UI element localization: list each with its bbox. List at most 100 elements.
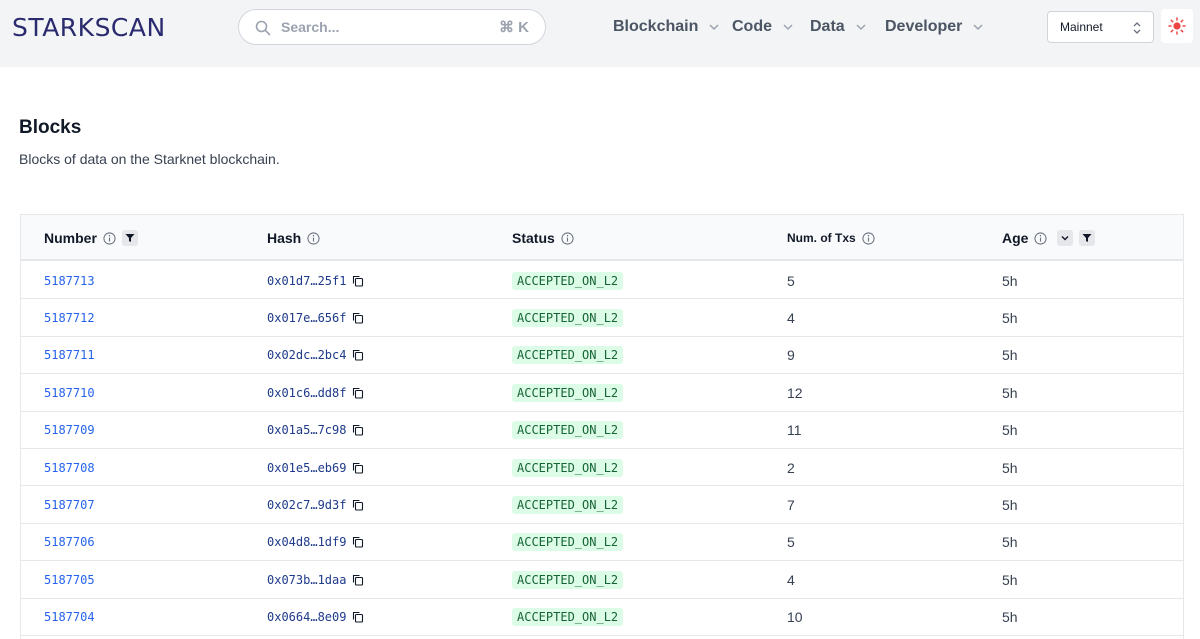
nav-code-label: Code bbox=[732, 18, 772, 35]
block-number-cell: 5187707 bbox=[44, 486, 95, 523]
info-icon[interactable] bbox=[862, 231, 875, 245]
theme-toggle-button[interactable] bbox=[1161, 9, 1193, 43]
network-select[interactable]: Mainnet bbox=[1047, 11, 1154, 43]
table-row: 5187709 0x01a5…7c98 ACCEPTED_ON_L2 11 5h bbox=[21, 412, 1183, 449]
block-number-cell: 5187705 bbox=[44, 561, 95, 598]
age-cell: 5h bbox=[1002, 449, 1018, 486]
txs-count: 7 bbox=[787, 496, 795, 513]
block-hash-link[interactable]: 0x04d8…1df9 bbox=[267, 535, 346, 549]
block-age: 5h bbox=[1002, 534, 1018, 551]
block-number-link[interactable]: 5187707 bbox=[44, 498, 95, 512]
nav-blockchain[interactable]: Blockchain bbox=[613, 16, 720, 38]
block-number-link[interactable]: 5187712 bbox=[44, 311, 95, 325]
status-badge: ACCEPTED_ON_L2 bbox=[512, 308, 624, 327]
network-select-value: Mainnet bbox=[1060, 20, 1103, 34]
block-number-link[interactable]: 5187713 bbox=[44, 274, 95, 288]
table-row: 5187705 0x073b…1daa ACCEPTED_ON_L2 4 5h bbox=[21, 561, 1183, 599]
status-badge: ACCEPTED_ON_L2 bbox=[512, 421, 624, 440]
status-cell: ACCEPTED_ON_L2 bbox=[512, 262, 624, 299]
copy-icon[interactable] bbox=[352, 349, 364, 361]
block-number-link[interactable]: 5187705 bbox=[44, 573, 95, 587]
sort-button[interactable] bbox=[1057, 230, 1074, 246]
starkscan-logo[interactable]: STARKSCAN bbox=[12, 13, 166, 42]
age-cell: 5h bbox=[1002, 262, 1018, 299]
nav-code[interactable]: Code bbox=[732, 16, 794, 38]
txs-cell: 5 bbox=[787, 262, 795, 299]
block-hash-link[interactable]: 0x01e5…eb69 bbox=[267, 461, 346, 475]
copy-icon[interactable] bbox=[352, 387, 364, 399]
txs-count: 4 bbox=[787, 571, 795, 588]
filter-button[interactable] bbox=[121, 230, 138, 246]
age-cell: 5h bbox=[1002, 374, 1018, 411]
block-number-link[interactable]: 5187709 bbox=[44, 423, 95, 437]
age-cell: 5h bbox=[1002, 599, 1018, 636]
chevron-down-icon bbox=[709, 24, 719, 31]
age-cell: 5h bbox=[1002, 524, 1018, 561]
age-cell: 5h bbox=[1002, 486, 1018, 523]
info-icon[interactable] bbox=[561, 231, 574, 245]
block-hash-link[interactable]: 0x073b…1daa bbox=[267, 573, 346, 587]
column-header-hash: Hash bbox=[267, 215, 320, 261]
filter-button[interactable] bbox=[1079, 230, 1096, 246]
txs-count: 12 bbox=[787, 384, 803, 401]
info-icon[interactable] bbox=[307, 231, 320, 245]
copy-icon[interactable] bbox=[352, 424, 364, 436]
txs-cell: 2 bbox=[787, 449, 795, 486]
copy-icon[interactable] bbox=[352, 499, 364, 511]
txs-count: 10 bbox=[787, 609, 803, 626]
txs-cell: 9 bbox=[787, 337, 795, 374]
nav-data[interactable]: Data bbox=[810, 16, 867, 38]
block-hash-link[interactable]: 0x01d7…25f1 bbox=[267, 274, 346, 288]
block-number-link[interactable]: 5187706 bbox=[44, 535, 95, 549]
age-cell: 5h bbox=[1002, 337, 1018, 374]
block-hash-link[interactable]: 0x01a5…7c98 bbox=[267, 423, 346, 437]
status-cell: ACCEPTED_ON_L2 bbox=[512, 599, 624, 636]
block-hash-link[interactable]: 0x0664…8e09 bbox=[267, 610, 346, 624]
status-badge: ACCEPTED_ON_L2 bbox=[512, 608, 624, 627]
block-number-link[interactable]: 5187708 bbox=[44, 461, 95, 475]
txs-count: 5 bbox=[787, 534, 795, 551]
nav-developer[interactable]: Developer bbox=[885, 16, 984, 38]
block-hash-link[interactable]: 0x02dc…2bc4 bbox=[267, 348, 346, 362]
txs-cell: 4 bbox=[787, 561, 795, 598]
copy-icon[interactable] bbox=[352, 275, 364, 287]
status-cell: ACCEPTED_ON_L2 bbox=[512, 561, 624, 598]
copy-icon[interactable] bbox=[352, 312, 364, 324]
column-header-age-label: Age bbox=[1002, 230, 1029, 246]
info-icon[interactable] bbox=[1034, 231, 1048, 245]
block-hash-link[interactable]: 0x017e…656f bbox=[267, 311, 346, 325]
block-hash-link[interactable]: 0x02c7…9d3f bbox=[267, 498, 346, 512]
info-icon[interactable] bbox=[103, 231, 116, 245]
search-input[interactable]: Search... ⌘ K bbox=[238, 9, 546, 45]
block-hash-cell: 0x073b…1daa bbox=[267, 561, 364, 598]
block-number-link[interactable]: 5187711 bbox=[44, 348, 95, 362]
block-hash-link[interactable]: 0x01c6…dd8f bbox=[267, 386, 346, 400]
top-header: STARKSCAN Search... ⌘ K Blockchain Code … bbox=[0, 0, 1200, 67]
status-cell: ACCEPTED_ON_L2 bbox=[512, 337, 624, 374]
txs-cell: 7 bbox=[787, 486, 795, 523]
block-number-link[interactable]: 5187704 bbox=[44, 610, 95, 624]
filter-icon bbox=[125, 234, 135, 242]
table-row: 5187713 0x01d7…25f1 ACCEPTED_ON_L2 5 5h bbox=[21, 262, 1183, 300]
copy-icon[interactable] bbox=[352, 462, 364, 474]
txs-count: 5 bbox=[787, 272, 795, 289]
column-header-status: Status bbox=[512, 215, 574, 261]
block-number-cell: 5187706 bbox=[44, 524, 95, 561]
status-cell: ACCEPTED_ON_L2 bbox=[512, 449, 624, 486]
block-hash-cell: 0x01c6…dd8f bbox=[267, 374, 364, 411]
chevron-up-down-icon bbox=[1133, 22, 1141, 34]
block-age: 5h bbox=[1002, 272, 1018, 289]
block-hash-cell: 0x017e…656f bbox=[267, 299, 364, 336]
copy-icon[interactable] bbox=[352, 611, 364, 623]
block-number-cell: 5187713 bbox=[44, 262, 95, 299]
block-age: 5h bbox=[1002, 384, 1018, 401]
block-number-link[interactable]: 5187710 bbox=[44, 386, 95, 400]
txs-count: 4 bbox=[787, 309, 795, 326]
nav-data-label: Data bbox=[810, 18, 845, 35]
copy-icon[interactable] bbox=[352, 574, 364, 586]
block-age: 5h bbox=[1002, 609, 1018, 626]
copy-icon[interactable] bbox=[352, 536, 364, 548]
table-row: 5187710 0x01c6…dd8f ACCEPTED_ON_L2 12 5h bbox=[21, 374, 1183, 412]
nav-blockchain-label: Blockchain bbox=[613, 18, 699, 35]
status-badge: ACCEPTED_ON_L2 bbox=[512, 271, 624, 290]
